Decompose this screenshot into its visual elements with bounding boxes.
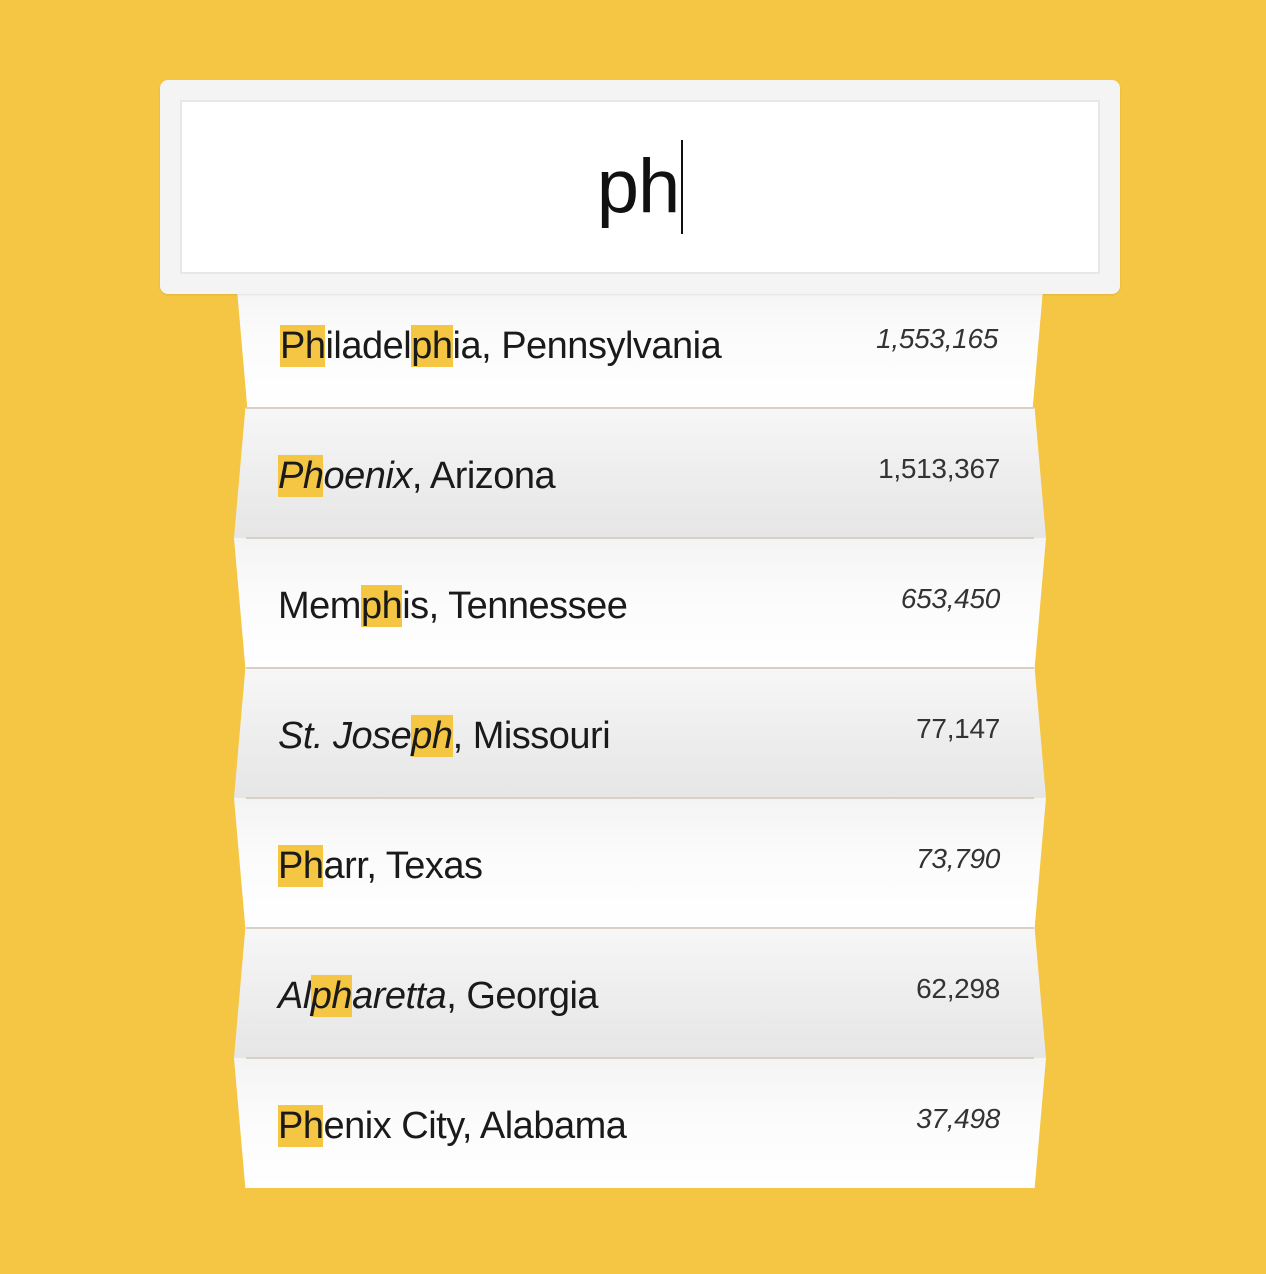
name-text: Mem — [278, 584, 361, 627]
name-text: oenix — [323, 454, 412, 497]
match-highlight: Ph — [278, 844, 324, 887]
search-card: ph — [160, 80, 1120, 294]
name-text: St. Jose — [278, 714, 412, 757]
city-name: Phoenix, Arizona — [278, 454, 556, 498]
fold-divider — [246, 667, 1034, 669]
match-highlight: Ph — [280, 324, 326, 367]
fold-divider — [246, 927, 1034, 929]
population-value: 62,298 — [916, 973, 1000, 1004]
search-input[interactable]: ph — [180, 100, 1100, 274]
name-text: , Georgia — [446, 974, 599, 1017]
population-value: 73,790 — [916, 843, 1000, 874]
result-row[interactable]: Phenix City, Alabama 37,498 — [234, 1058, 1046, 1188]
name-text: Al — [278, 974, 311, 1017]
name-text: ia, Pennsylvania — [452, 324, 722, 367]
text-caret — [681, 140, 684, 234]
fold-divider — [246, 1057, 1034, 1059]
match-highlight: Ph — [278, 454, 324, 497]
result-row[interactable]: Memphis, Tennessee 653,450 — [234, 538, 1046, 668]
city-name: Alpharetta, Georgia — [278, 974, 599, 1018]
population-value: 1,513,367 — [878, 453, 1000, 484]
name-text: , Arizona — [411, 454, 556, 497]
population-value: 653,450 — [900, 583, 1000, 614]
fold-divider — [246, 797, 1034, 799]
name-text: , Missouri — [452, 714, 611, 757]
name-text: iladel — [325, 324, 412, 367]
result-row[interactable]: Pharr, Texas 73,790 — [234, 798, 1046, 928]
population-value: 77,147 — [916, 713, 1000, 744]
name-text: is, Tennessee — [402, 584, 628, 627]
match-highlight: ph — [411, 324, 453, 367]
result-row[interactable]: St. Joseph, Missouri 77,147 — [234, 668, 1046, 798]
city-name: Philadelphia, Pennsylvania — [280, 324, 722, 368]
city-name: Phenix City, Alabama — [278, 1104, 627, 1148]
result-row[interactable]: Alpharetta, Georgia 62,298 — [234, 928, 1046, 1058]
result-row[interactable]: Phoenix, Arizona 1,513,367 — [234, 408, 1046, 538]
search-query: ph — [597, 140, 684, 234]
result-row[interactable]: Philadelphia, Pennsylvania 1,553,165 — [236, 278, 1044, 408]
fold-divider — [246, 537, 1034, 539]
city-name: Pharr, Texas — [278, 844, 483, 888]
fold-divider — [246, 407, 1034, 409]
match-highlight: ph — [310, 974, 353, 1017]
name-text: enix City, Alabama — [323, 1104, 627, 1147]
city-name: St. Joseph, Missouri — [278, 714, 611, 758]
match-highlight: ph — [360, 584, 403, 627]
population-value: 37,498 — [916, 1103, 1000, 1134]
match-highlight: ph — [411, 714, 453, 757]
name-text: aretta — [352, 974, 447, 1017]
name-text: arr, Texas — [323, 844, 483, 887]
match-highlight: Ph — [278, 1104, 324, 1147]
population-value: 1,553,165 — [876, 323, 998, 354]
city-name: Memphis, Tennessee — [278, 584, 628, 628]
